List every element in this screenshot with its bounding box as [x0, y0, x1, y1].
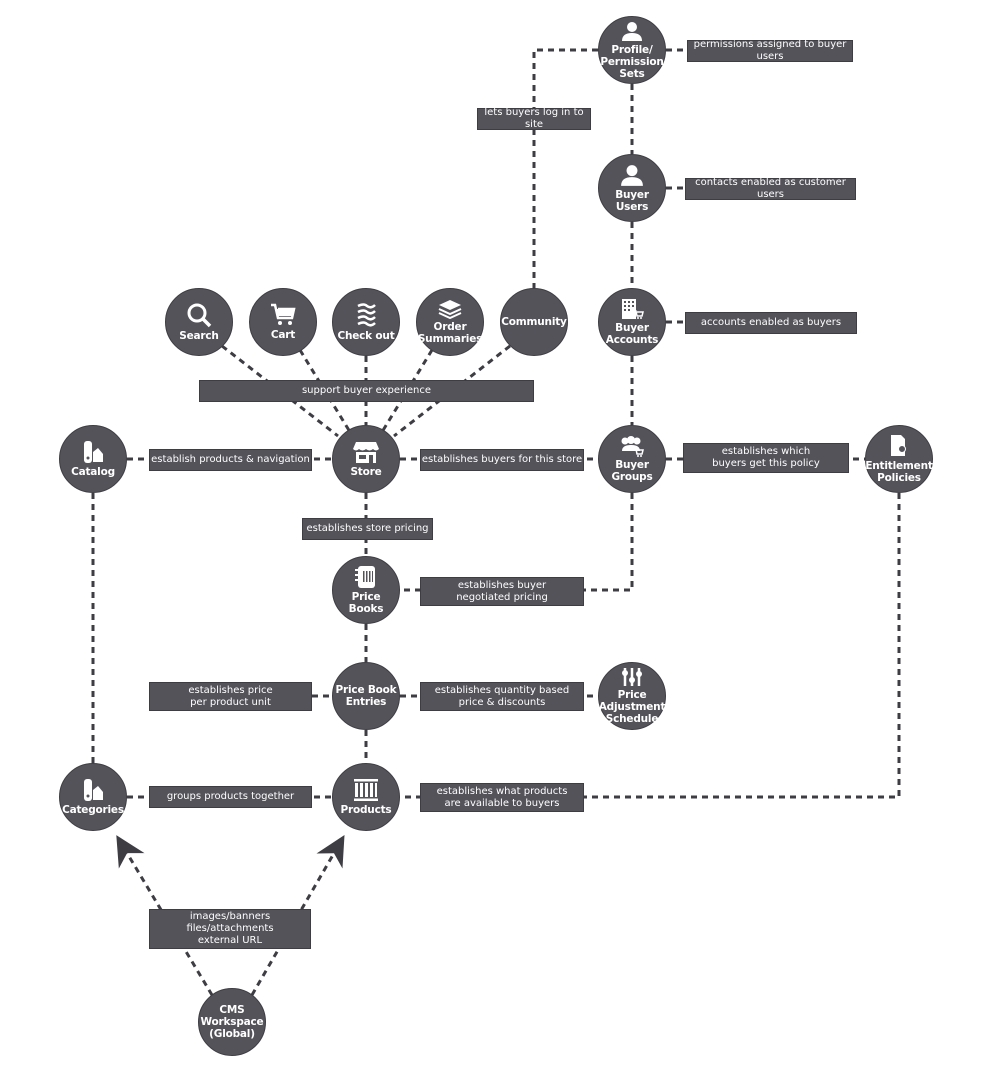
- label-quantity-based: establishes quantity based price & disco…: [420, 682, 584, 711]
- node-search: Search: [165, 288, 233, 356]
- document-ribbon-icon: [891, 435, 906, 456]
- node-price-books: Price Books: [332, 556, 400, 624]
- node-store: Store: [332, 425, 400, 493]
- label-contacts: contacts enabled as customer users: [685, 177, 856, 200]
- swatch-icon: [84, 441, 103, 463]
- user-icon: [621, 165, 643, 186]
- label-negotiated: establishes buyer negotiated pricing: [420, 577, 584, 606]
- line-profile-community: [532, 48, 598, 288]
- label-cms-content: images/banners files/attachments externa…: [149, 909, 311, 949]
- cart-icon: [271, 303, 296, 325]
- node-cms-workspace: CMS Workspace (Global): [198, 988, 266, 1056]
- node-label: Search: [179, 330, 219, 342]
- node-label: Buyer Users: [615, 189, 649, 213]
- node-order-summaries: Order Summaries: [416, 288, 484, 356]
- node-buyer-accounts: Buyer Accounts: [598, 288, 666, 356]
- label-buyers-store: establishes buyers for this store: [420, 449, 584, 471]
- building-cart-icon: [622, 299, 644, 319]
- node-label: Buyer Accounts: [605, 322, 659, 346]
- search-icon: [187, 303, 212, 328]
- line-entitlement-products: [400, 493, 901, 799]
- node-products: Products: [332, 763, 400, 831]
- checkout-icon: [357, 303, 376, 327]
- node-community: Community: [500, 288, 568, 356]
- node-label: Buyer Groups: [611, 459, 653, 483]
- node-entitlement-policies: Entitlement Policies: [865, 425, 933, 493]
- node-price-adjustment-schedule: Price Adjustment Schedule: [598, 662, 666, 730]
- node-catalog: Catalog: [59, 425, 127, 493]
- label-groups-products: groups products together: [149, 786, 312, 808]
- label-login: lets buyers log in to site: [477, 107, 591, 130]
- group-cart-icon: [621, 436, 644, 457]
- label-available-products: establishes what products are available …: [420, 783, 584, 812]
- node-label: Order Summaries: [417, 321, 483, 345]
- node-label: Categories: [62, 804, 124, 816]
- node-label: Store: [350, 466, 382, 478]
- user-icon: [622, 22, 642, 41]
- node-label: Check out: [337, 330, 395, 342]
- line-groups-pricebooks: [400, 493, 634, 592]
- label-permissions: permissions assigned to buyer users: [687, 39, 853, 62]
- node-label: Products: [340, 804, 392, 816]
- label-store-pricing: establishes store pricing: [302, 518, 433, 540]
- node-label: Community: [501, 316, 567, 328]
- node-label: Entitlement Policies: [865, 460, 933, 484]
- node-cart: Cart: [249, 288, 317, 356]
- node-label: Profile/ Permission Sets: [600, 44, 664, 80]
- node-categories: Categories: [59, 763, 127, 831]
- node-label: Price Book Entries: [335, 684, 397, 708]
- node-profile-permission-sets: Profile/ Permission Sets: [598, 16, 666, 84]
- label-price-per-unit: establishes price per product unit: [149, 682, 312, 711]
- label-which-buyers: establishes which buyers get this policy: [683, 443, 849, 473]
- node-label: CMS Workspace (Global): [200, 1004, 264, 1040]
- label-support: support buyer experience: [199, 380, 534, 402]
- products-icon: [354, 779, 378, 801]
- node-buyer-groups: Buyer Groups: [598, 425, 666, 493]
- node-label: Price Adjustment Schedule: [598, 689, 666, 725]
- node-price-book-entries: Price Book Entries: [332, 662, 400, 730]
- label-accounts: accounts enabled as buyers: [685, 312, 857, 334]
- node-buyer-users: Buyer Users: [598, 154, 666, 222]
- label-establish-products: establish products & navigation: [149, 449, 312, 471]
- storefront-icon: [353, 442, 379, 463]
- node-label: Catalog: [71, 466, 115, 478]
- sliders-icon: [622, 668, 642, 686]
- layers-icon: [438, 300, 462, 319]
- swatch-icon: [84, 779, 103, 801]
- node-check-out: Check out: [332, 288, 400, 356]
- pricebook-icon: [355, 566, 375, 588]
- node-label: Price Books: [348, 591, 384, 615]
- node-label: Cart: [270, 329, 296, 341]
